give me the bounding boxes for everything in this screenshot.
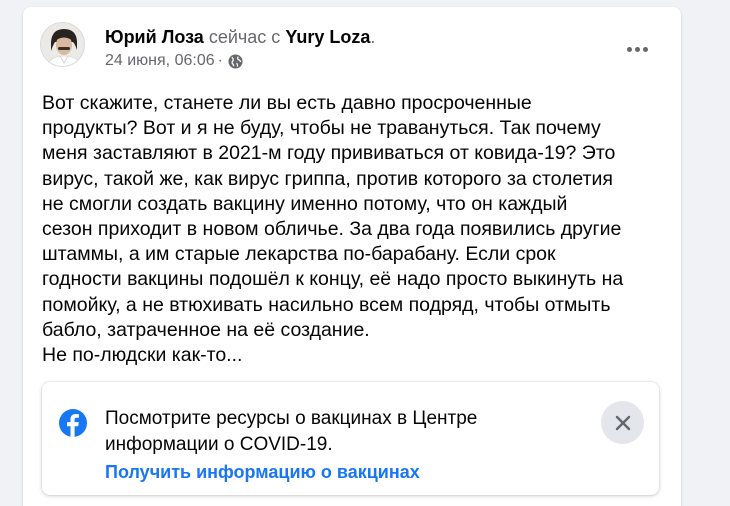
post-text-line: штаммы, а им старые лекарства по-барабан…	[42, 243, 556, 266]
globe-icon[interactable]	[228, 53, 243, 69]
post-meta: 24 июня, 06:06 ·	[105, 51, 243, 71]
meta-separator: ·	[217, 52, 223, 69]
post-text-line: продукты? Вот и я не буду, чтобы не трав…	[42, 117, 601, 140]
header-period: .	[370, 27, 376, 47]
activity-text: сейчас с	[208, 27, 281, 47]
post-body: Вот скажите, станете ли вы есть давно пр…	[42, 91, 662, 368]
post-text-line: Вот скажите, станете ли вы есть давно пр…	[42, 92, 532, 114]
post-text-line: вирус, такой же, как вирус гриппа, проти…	[42, 167, 613, 190]
post-text-line: не смогли создать вакцину именно потому,…	[42, 192, 568, 215]
post-options-button[interactable]	[619, 31, 655, 67]
vaccine-info-link[interactable]: Получить информацию о вакцинах	[105, 461, 420, 483]
tagged-profile-link[interactable]: Yury Loza	[285, 27, 370, 47]
post-text-line: годности вакцины подошёл к концу, её над…	[42, 268, 624, 291]
more-horizontal-icon	[626, 46, 648, 52]
covid-info-line: информации о COVID-19.	[105, 434, 333, 455]
covid-info-line: Посмотрите ресурсы о вакцинах в Центре	[105, 408, 478, 429]
avatar[interactable]	[40, 22, 85, 67]
post-text-line: помойку, а не втюхивать насильно всем по…	[42, 293, 611, 316]
post-text-line: бабло, затраченное на её создание.	[42, 318, 370, 341]
facebook-icon	[59, 409, 87, 437]
post-card: Юрий Лоза сейчас с Yury Loza. 24 июня, 0…	[23, 7, 681, 506]
close-icon	[615, 415, 630, 430]
author-name-link[interactable]: Юрий Лоза	[105, 27, 204, 47]
avatar-image	[41, 23, 84, 66]
close-banner-button[interactable]	[601, 401, 644, 444]
post-timestamp[interactable]: 24 июня, 06:06	[105, 51, 215, 71]
covid-info-text: Посмотрите ресурсы о вакцинах в Центре и…	[105, 406, 555, 458]
covid-info-banner: Посмотрите ресурсы о вакцинах в Центре и…	[42, 382, 659, 495]
post-text-line: меня заставляют в 2021-м году прививатьс…	[42, 142, 616, 165]
post-text-line: сезон приходит в новом обличье. За два г…	[42, 218, 622, 241]
post-header-line: Юрий Лоза сейчас с Yury Loza.	[105, 26, 375, 48]
post-text-line: Не по-людски как-то...	[42, 344, 243, 367]
